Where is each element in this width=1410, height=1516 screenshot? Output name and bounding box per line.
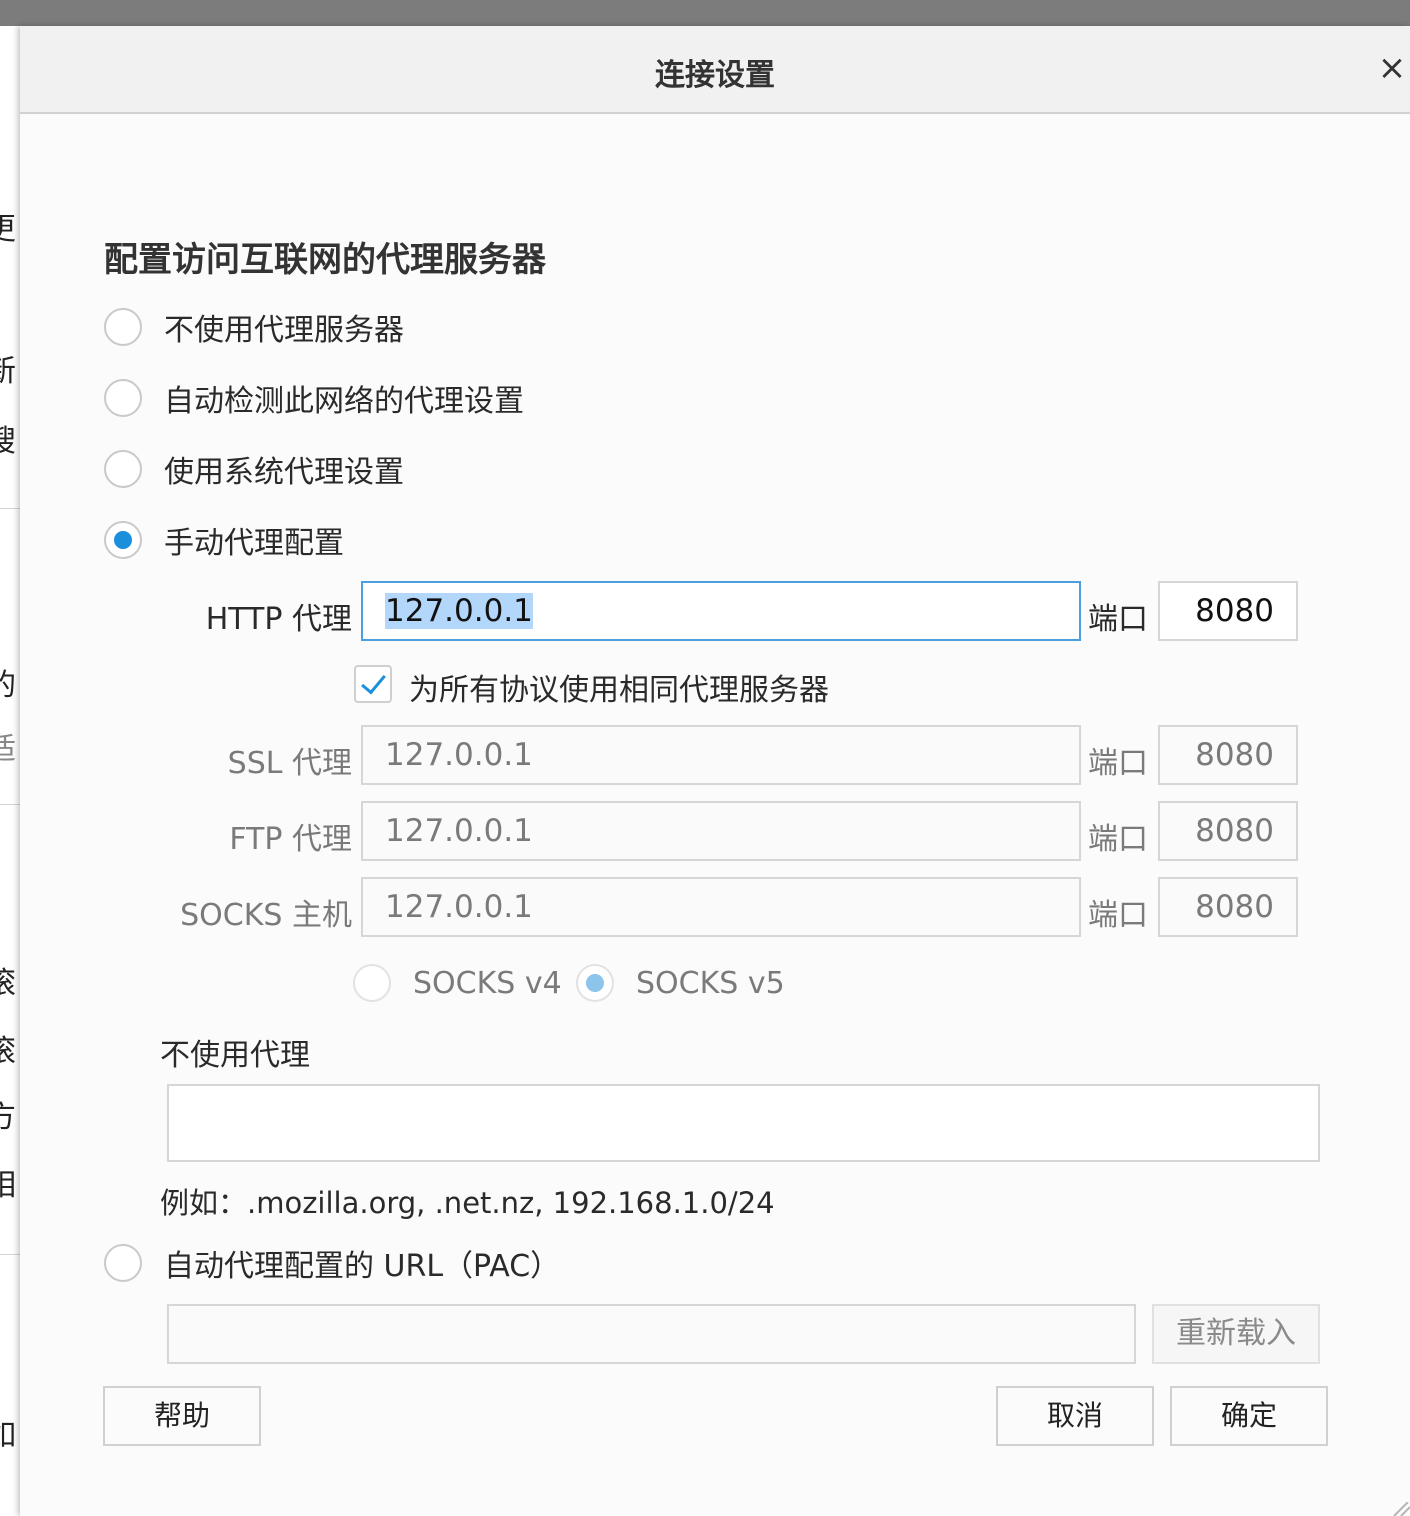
socks-port-input[interactable]: 8080 (1158, 877, 1298, 937)
background-text: 更 (0, 212, 16, 247)
ssl-port-label: 端口 (1088, 746, 1148, 781)
radio-button[interactable] (576, 964, 614, 1002)
radio-label: 使用系统代理设置 (164, 455, 404, 490)
http-proxy-input[interactable]: 127.0.0.1 (361, 581, 1081, 641)
ok-button[interactable]: 确定 (1170, 1386, 1328, 1446)
section-heading: 配置访问互联网的代理服务器 (104, 240, 546, 280)
background-text: 滚 (0, 966, 16, 1001)
dialog-title: 连接设置 (655, 58, 775, 93)
radio-label: 自动代理配置的 URL（PAC） (164, 1249, 561, 1284)
ftp-proxy-input[interactable]: 127.0.0.1 (361, 801, 1081, 861)
radio-button[interactable] (104, 450, 142, 488)
background-divider (0, 1254, 22, 1255)
background-text: 如 (0, 1418, 16, 1453)
ssl-proxy-label: SSL 代理 (227, 746, 352, 781)
close-icon[interactable]: × (1374, 48, 1410, 88)
http-proxy-label: HTTP 代理 (205, 602, 352, 637)
radio-socks-v5[interactable]: SOCKS v5 (576, 964, 785, 1002)
pac-url-input[interactable] (167, 1304, 1136, 1364)
help-button[interactable]: 帮助 (103, 1386, 261, 1446)
connection-settings-dialog: 连接设置 × 配置访问互联网的代理服务器 不使用代理服务器 自动检测此网络的代理… (20, 26, 1410, 1516)
background-text: 滚 (0, 1034, 16, 1069)
radio-label: 手动代理配置 (164, 526, 344, 561)
background-divider (0, 508, 22, 509)
radio-button[interactable] (104, 379, 142, 417)
background-text: 方 (0, 1100, 16, 1135)
reload-button[interactable]: 重新载入 (1152, 1304, 1320, 1364)
ssl-proxy-input[interactable]: 127.0.0.1 (361, 725, 1081, 785)
dialog-titlebar: 连接设置 × (20, 26, 1410, 114)
background-text: 适 (0, 732, 16, 767)
http-port-label: 端口 (1088, 602, 1148, 637)
same-proxy-label: 为所有协议使用相同代理服务器 (409, 673, 829, 708)
radio-socks-v4[interactable]: SOCKS v4 (353, 964, 562, 1002)
cancel-button[interactable]: 取消 (996, 1386, 1154, 1446)
no-proxy-textarea[interactable] (167, 1084, 1320, 1162)
radio-button[interactable] (104, 521, 142, 559)
ftp-port-input[interactable]: 8080 (1158, 801, 1298, 861)
radio-manual-proxy[interactable]: 手动代理配置 (104, 518, 344, 562)
radio-button[interactable] (104, 1244, 142, 1282)
radio-label: SOCKS v5 (636, 965, 785, 1001)
socks-port-label: 端口 (1088, 898, 1148, 933)
background-text: 搜 (0, 424, 16, 459)
background-text: 相 (0, 1168, 16, 1203)
http-port-input[interactable]: 8080 (1158, 581, 1298, 641)
ftp-port-label: 端口 (1088, 822, 1148, 857)
radio-system-proxy[interactable]: 使用系统代理设置 (104, 447, 404, 491)
background-text: 新 (0, 354, 16, 389)
radio-no-proxy[interactable]: 不使用代理服务器 (104, 305, 404, 349)
radio-auto-detect[interactable]: 自动检测此网络的代理设置 (104, 376, 524, 420)
http-proxy-value: 127.0.0.1 (385, 593, 533, 629)
no-proxy-label: 不使用代理 (160, 1038, 310, 1073)
background-divider (0, 804, 22, 805)
same-proxy-checkbox[interactable] (354, 665, 392, 703)
resize-grip-icon[interactable] (1390, 1502, 1410, 1516)
radio-button[interactable] (353, 964, 391, 1002)
radio-pac-url[interactable]: 自动代理配置的 URL（PAC） (104, 1241, 560, 1285)
radio-label: 自动检测此网络的代理设置 (164, 384, 524, 419)
ssl-port-input[interactable]: 8080 (1158, 725, 1298, 785)
socks-host-input[interactable]: 127.0.0.1 (361, 877, 1081, 937)
socks-host-label: SOCKS 主机 (180, 898, 352, 933)
ftp-proxy-label: FTP 代理 (229, 822, 352, 857)
background-page: 更 , 新 搜 的 适 滚 滚 方 相 如 (0, 26, 22, 1516)
background-text: 的 (0, 668, 16, 703)
no-proxy-example: 例如：.mozilla.org, .net.nz, 192.168.1.0/24 (160, 1186, 775, 1220)
radio-label: 不使用代理服务器 (164, 313, 404, 348)
radio-button[interactable] (104, 308, 142, 346)
radio-label: SOCKS v4 (413, 965, 562, 1001)
